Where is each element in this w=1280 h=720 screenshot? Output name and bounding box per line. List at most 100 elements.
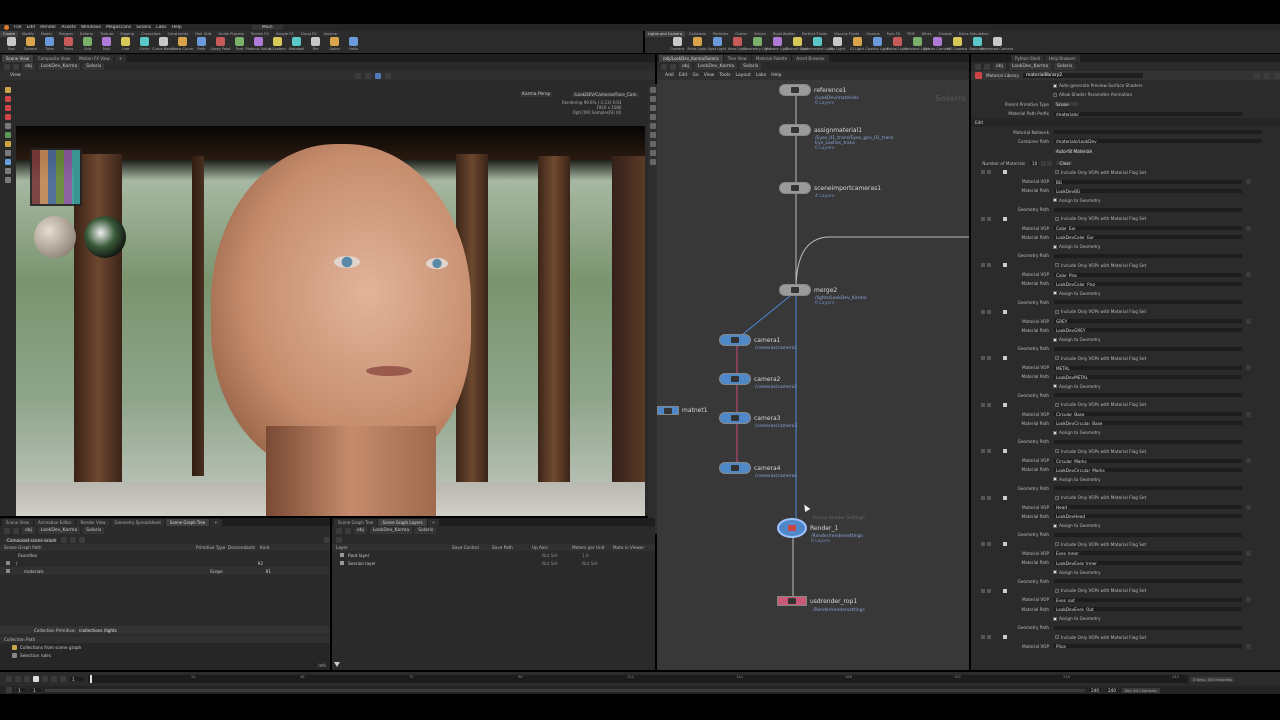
node-body[interactable]: [779, 84, 811, 96]
material-vop-field[interactable]: Head: [1053, 504, 1243, 510]
menu-file[interactable]: File: [14, 25, 22, 30]
col-prim-type[interactable]: Primitive Type: [196, 545, 228, 550]
include-only-vops-checkbox[interactable]: [1055, 495, 1059, 500]
collection-row[interactable]: Selection rules: [0, 651, 330, 659]
geometry-path-field[interactable]: [1053, 624, 1243, 631]
col-kind[interactable]: Kind: [260, 545, 290, 550]
options-icon[interactable]: [324, 536, 330, 543]
node-camera3[interactable]: camera3: [719, 412, 780, 424]
col-path[interactable]: Scene Graph Path: [0, 545, 196, 550]
node-chooser-icon[interactable]: [1246, 272, 1251, 278]
clear-button[interactable]: Clear: [1055, 160, 1073, 167]
menu-render[interactable]: Render: [40, 25, 56, 30]
shelf-tool-path[interactable]: Path: [192, 37, 211, 53]
step-forward-icon[interactable]: [51, 676, 57, 682]
rotate-tool-icon[interactable]: [4, 105, 11, 111]
block-check-icon[interactable]: [1003, 635, 1007, 640]
pose-tool-icon[interactable]: [4, 132, 11, 138]
material-path-field[interactable]: LookDevCircular_Marks: [1053, 466, 1243, 473]
include-only-vops-checkbox[interactable]: [1055, 588, 1059, 593]
grid-icon[interactable]: [385, 72, 391, 79]
block-check-icon[interactable]: [1003, 216, 1007, 221]
shading-icon[interactable]: [365, 72, 371, 79]
playhead[interactable]: [90, 675, 92, 683]
include-only-vops-checkbox[interactable]: [1055, 216, 1059, 221]
node-chooser-icon[interactable]: [1246, 225, 1251, 231]
camera-menu[interactable]: /LookDEV/Cameras/Face_Cam: [572, 92, 639, 97]
block-toggle-icon[interactable]: [981, 635, 985, 640]
jump-start-icon[interactable]: [6, 676, 12, 682]
shelf-tool-torus[interactable]: Torus: [59, 37, 78, 53]
network-tool-3-icon[interactable]: [649, 105, 656, 111]
expand-arrow-icon[interactable]: [8, 553, 12, 557]
col-save-control[interactable]: Save Control: [452, 545, 492, 550]
node-camera1[interactable]: camera1: [719, 334, 780, 346]
mat-path-prefix-field[interactable]: /materials/: [1053, 110, 1243, 117]
snap-tool-icon[interactable]: [4, 168, 11, 174]
block-toggle-icon[interactable]: [981, 542, 985, 547]
shelf-tool-distant-light[interactable]: Distant Light: [785, 37, 809, 53]
network-tool-5-icon[interactable]: [649, 123, 656, 129]
menu-help[interactable]: Help: [172, 25, 182, 30]
auto-fill-button[interactable]: Auto-fill Materials: [1053, 147, 1093, 154]
node-body[interactable]: [657, 406, 679, 415]
material-path-field[interactable]: LookDevMETAL: [1053, 373, 1243, 380]
node-camera4[interactable]: camera4: [719, 462, 780, 474]
shelf-tool-tube[interactable]: Tube: [40, 37, 59, 53]
node-usdrender-rop1[interactable]: usdrender_rop1: [777, 596, 857, 606]
assign-geometry-checkbox[interactable]: [1053, 337, 1057, 342]
expand-icon[interactable]: [79, 536, 85, 543]
select-tool-icon[interactable]: [4, 87, 11, 93]
assign-geometry-checkbox[interactable]: [1053, 570, 1057, 575]
material-vop-field[interactable]: Color_Exr: [1053, 225, 1243, 232]
block-check-icon[interactable]: [1003, 263, 1007, 268]
block-check-icon[interactable]: [1003, 309, 1007, 314]
forward-icon[interactable]: [345, 527, 351, 534]
shelf-tool-gamepad-camera[interactable]: Gamepad Camera: [981, 37, 1013, 53]
col-mute-in-viewer[interactable]: Mute in Viewer: [613, 545, 653, 550]
path-solaris[interactable]: Solaris: [415, 527, 437, 534]
node-matnet1[interactable]: matnet1: [657, 406, 708, 415]
add-tab-button[interactable]: +: [114, 54, 127, 62]
tab-composite-view[interactable]: Composite View: [33, 54, 75, 62]
parent-prim-type-menu[interactable]: Scope: [1053, 101, 1079, 108]
range-options-icon[interactable]: [6, 687, 12, 693]
network-tool-4-icon[interactable]: [649, 114, 656, 120]
viewport-render[interactable]: [16, 126, 645, 516]
col-layer[interactable]: Layer: [332, 545, 452, 550]
assign-geometry-checkbox[interactable]: [1053, 616, 1057, 621]
path-solaris[interactable]: Solaris: [83, 527, 105, 534]
gear-icon[interactable]: [1254, 72, 1260, 79]
shelf-tool-metaball[interactable]: Metaball: [287, 37, 306, 53]
play-back-icon[interactable]: [24, 676, 30, 682]
tab-animation-editor[interactable]: Animation Editor: [33, 518, 76, 526]
col-meters-per-unit[interactable]: Meters per Unit: [572, 545, 613, 550]
menu-windows[interactable]: Windows: [81, 25, 101, 30]
node-chooser-icon[interactable]: [1246, 597, 1251, 603]
stop-icon[interactable]: [33, 676, 39, 682]
assign-geometry-checkbox[interactable]: [1053, 430, 1057, 435]
col-descendants[interactable]: Descendants: [228, 545, 260, 550]
add-tab-button[interactable]: +: [427, 518, 439, 526]
desktop-selector[interactable]: Main: [251, 25, 283, 30]
table-row[interactable]: / 92: [0, 559, 330, 567]
forward-icon[interactable]: [984, 63, 990, 70]
table-row[interactable]: Favorites: [0, 551, 330, 559]
include-only-vops-checkbox[interactable]: [1055, 635, 1059, 640]
light-tool-icon[interactable]: [4, 141, 11, 147]
add-tab-button[interactable]: +: [210, 518, 222, 526]
move-tool-icon[interactable]: [4, 96, 11, 102]
network-tool-9-icon[interactable]: [649, 159, 656, 165]
material-path-field[interactable]: LookDevEyes_Out: [1053, 606, 1243, 613]
current-frame-field[interactable]: 1: [69, 676, 85, 682]
tab-render-view[interactable]: Render View: [76, 518, 110, 526]
shelf-tool-point-light[interactable]: Point Light: [687, 37, 707, 53]
node-chooser-icon[interactable]: [1246, 504, 1251, 510]
mat-network-field[interactable]: [1053, 129, 1263, 136]
shelf-tool-portal-light[interactable]: Portal Light: [887, 37, 907, 53]
tab-scene-graph-tree[interactable]: Scene Graph Tree: [165, 518, 210, 526]
material-vop-field[interactable]: METAL: [1053, 364, 1243, 371]
node-body[interactable]: [719, 334, 751, 346]
shelf-tool-file[interactable]: File: [306, 37, 325, 53]
include-only-vops-checkbox[interactable]: [1055, 542, 1059, 547]
